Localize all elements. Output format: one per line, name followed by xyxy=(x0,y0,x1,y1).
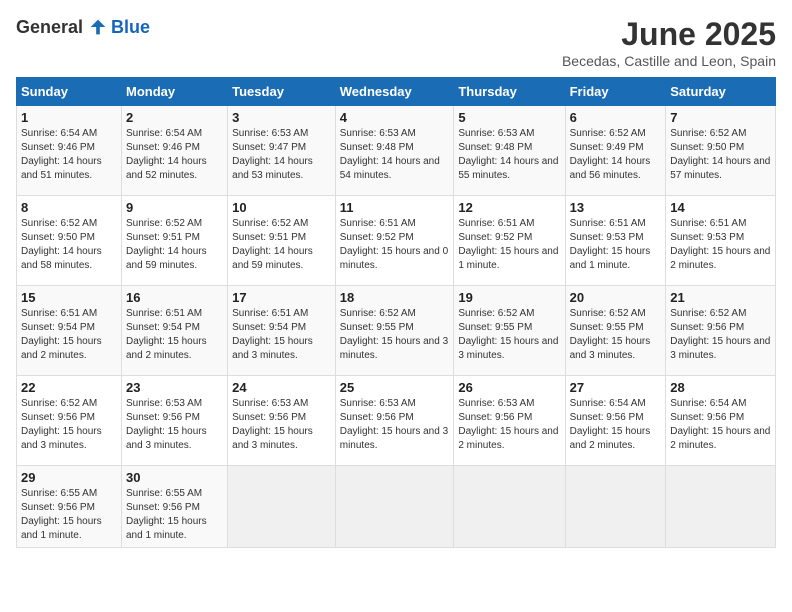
table-row: 15Sunrise: 6:51 AMSunset: 9:54 PMDayligh… xyxy=(17,286,122,376)
month-title: June 2025 xyxy=(562,16,776,53)
table-row: 14Sunrise: 6:51 AMSunset: 9:53 PMDayligh… xyxy=(666,196,776,286)
header-friday: Friday xyxy=(565,78,666,106)
weekday-header-row: Sunday Monday Tuesday Wednesday Thursday… xyxy=(17,78,776,106)
table-row: 30Sunrise: 6:55 AMSunset: 9:56 PMDayligh… xyxy=(121,466,227,548)
table-row: 21Sunrise: 6:52 AMSunset: 9:56 PMDayligh… xyxy=(666,286,776,376)
table-row: 22Sunrise: 6:52 AMSunset: 9:56 PMDayligh… xyxy=(17,376,122,466)
logo-icon xyxy=(87,16,109,38)
table-row: 11Sunrise: 6:51 AMSunset: 9:52 PMDayligh… xyxy=(335,196,454,286)
location-title: Becedas, Castille and Leon, Spain xyxy=(562,53,776,69)
table-row: 16Sunrise: 6:51 AMSunset: 9:54 PMDayligh… xyxy=(121,286,227,376)
table-row: 7Sunrise: 6:52 AMSunset: 9:50 PMDaylight… xyxy=(666,106,776,196)
header: General Blue June 2025 Becedas, Castille… xyxy=(16,16,776,69)
table-row xyxy=(335,466,454,548)
table-row: 19Sunrise: 6:52 AMSunset: 9:55 PMDayligh… xyxy=(454,286,565,376)
header-monday: Monday xyxy=(121,78,227,106)
table-row: 2Sunrise: 6:54 AMSunset: 9:46 PMDaylight… xyxy=(121,106,227,196)
table-row xyxy=(666,466,776,548)
table-row: 28Sunrise: 6:54 AMSunset: 9:56 PMDayligh… xyxy=(666,376,776,466)
table-row: 26Sunrise: 6:53 AMSunset: 9:56 PMDayligh… xyxy=(454,376,565,466)
table-row: 5Sunrise: 6:53 AMSunset: 9:48 PMDaylight… xyxy=(454,106,565,196)
header-tuesday: Tuesday xyxy=(228,78,336,106)
table-row: 3Sunrise: 6:53 AMSunset: 9:47 PMDaylight… xyxy=(228,106,336,196)
table-row: 12Sunrise: 6:51 AMSunset: 9:52 PMDayligh… xyxy=(454,196,565,286)
table-row: 27Sunrise: 6:54 AMSunset: 9:56 PMDayligh… xyxy=(565,376,666,466)
logo-blue: Blue xyxy=(111,17,150,38)
logo: General Blue xyxy=(16,16,150,38)
title-area: June 2025 Becedas, Castille and Leon, Sp… xyxy=(562,16,776,69)
calendar-table: Sunday Monday Tuesday Wednesday Thursday… xyxy=(16,77,776,548)
header-wednesday: Wednesday xyxy=(335,78,454,106)
table-row: 24Sunrise: 6:53 AMSunset: 9:56 PMDayligh… xyxy=(228,376,336,466)
table-row xyxy=(454,466,565,548)
table-row: 10Sunrise: 6:52 AMSunset: 9:51 PMDayligh… xyxy=(228,196,336,286)
table-row: 18Sunrise: 6:52 AMSunset: 9:55 PMDayligh… xyxy=(335,286,454,376)
table-row xyxy=(228,466,336,548)
table-row: 9Sunrise: 6:52 AMSunset: 9:51 PMDaylight… xyxy=(121,196,227,286)
header-thursday: Thursday xyxy=(454,78,565,106)
header-sunday: Sunday xyxy=(17,78,122,106)
table-row: 17Sunrise: 6:51 AMSunset: 9:54 PMDayligh… xyxy=(228,286,336,376)
table-row: 1Sunrise: 6:54 AMSunset: 9:46 PMDaylight… xyxy=(17,106,122,196)
table-row: 29Sunrise: 6:55 AMSunset: 9:56 PMDayligh… xyxy=(17,466,122,548)
logo-general: General xyxy=(16,17,83,38)
table-row: 25Sunrise: 6:53 AMSunset: 9:56 PMDayligh… xyxy=(335,376,454,466)
table-row: 13Sunrise: 6:51 AMSunset: 9:53 PMDayligh… xyxy=(565,196,666,286)
table-row: 6Sunrise: 6:52 AMSunset: 9:49 PMDaylight… xyxy=(565,106,666,196)
table-row xyxy=(565,466,666,548)
table-row: 8Sunrise: 6:52 AMSunset: 9:50 PMDaylight… xyxy=(17,196,122,286)
table-row: 4Sunrise: 6:53 AMSunset: 9:48 PMDaylight… xyxy=(335,106,454,196)
table-row: 20Sunrise: 6:52 AMSunset: 9:55 PMDayligh… xyxy=(565,286,666,376)
table-row: 23Sunrise: 6:53 AMSunset: 9:56 PMDayligh… xyxy=(121,376,227,466)
header-saturday: Saturday xyxy=(666,78,776,106)
